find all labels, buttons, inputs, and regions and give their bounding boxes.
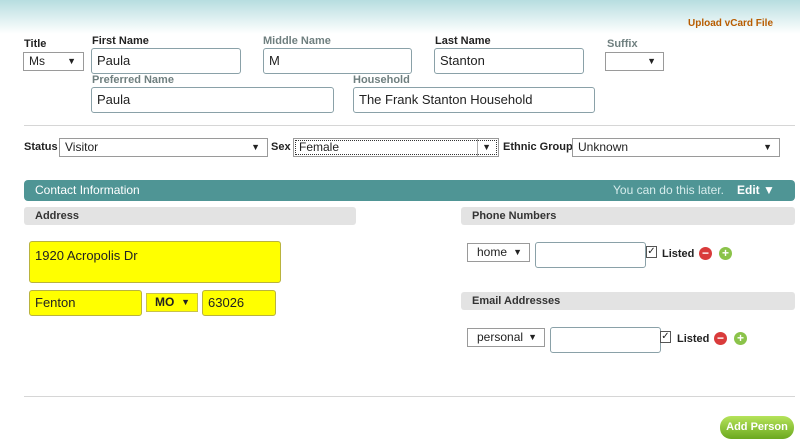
contact-information-header: Contact Information You can do this late… bbox=[24, 180, 795, 201]
last-name-label: Last Name bbox=[435, 35, 491, 47]
phone-listed-checkbox[interactable]: ✓ bbox=[646, 246, 657, 258]
phone-type-value: home bbox=[477, 245, 508, 259]
remove-email-icon[interactable]: − bbox=[714, 332, 727, 345]
email-type-value: personal bbox=[477, 330, 524, 344]
ethnic-group-label: Ethnic Group bbox=[503, 141, 573, 153]
add-person-button[interactable]: Add Person bbox=[720, 416, 794, 439]
email-section-header: Email Addresses bbox=[461, 292, 795, 310]
email-address-field[interactable] bbox=[550, 327, 661, 353]
title-label: Title bbox=[24, 38, 47, 50]
address-section-header: Address bbox=[24, 207, 356, 225]
last-name-field[interactable]: Stanton bbox=[434, 48, 584, 74]
status-label: Status bbox=[24, 141, 58, 153]
add-phone-icon[interactable]: + bbox=[719, 247, 732, 260]
first-name-label: First Name bbox=[92, 35, 149, 47]
middle-name-field[interactable]: M bbox=[263, 48, 412, 74]
top-gradient-band bbox=[0, 0, 800, 34]
state-select[interactable]: MO ▼ bbox=[146, 293, 198, 312]
city-field[interactable]: Fenton bbox=[29, 290, 142, 316]
preferred-name-label: Preferred Name bbox=[92, 74, 174, 86]
zip-field[interactable]: 63026 bbox=[202, 290, 276, 316]
status-value: Visitor bbox=[65, 140, 99, 154]
sex-select[interactable]: Female ▼ bbox=[293, 138, 499, 157]
suffix-label: Suffix bbox=[607, 38, 638, 50]
add-email-icon[interactable]: + bbox=[734, 332, 747, 345]
ethnic-group-select[interactable]: Unknown ▼ bbox=[572, 138, 780, 157]
divider bbox=[24, 125, 795, 126]
remove-phone-icon[interactable]: − bbox=[699, 247, 712, 260]
upload-vcard-link[interactable]: Upload vCard File bbox=[688, 18, 773, 29]
contact-information-title: Contact Information bbox=[35, 183, 140, 197]
chevron-down-icon: ▼ bbox=[67, 56, 76, 66]
chevron-down-icon: ▼ bbox=[528, 332, 537, 342]
divider bbox=[24, 396, 795, 397]
first-name-field[interactable]: Paula bbox=[91, 48, 241, 74]
household-label: Household bbox=[353, 74, 410, 86]
suffix-select[interactable]: ▼ bbox=[605, 52, 664, 71]
phone-number-field[interactable] bbox=[535, 242, 646, 268]
ethnic-group-value: Unknown bbox=[578, 140, 629, 154]
state-value: MO bbox=[155, 295, 175, 309]
chevron-down-icon: ▼ bbox=[647, 56, 656, 66]
street-address-field[interactable]: 1920 Acropolis Dr bbox=[29, 241, 281, 283]
email-type-select[interactable]: personal ▼ bbox=[467, 328, 545, 347]
sex-label: Sex bbox=[271, 141, 291, 153]
chevron-down-icon: ▼ bbox=[251, 142, 260, 152]
status-select[interactable]: Visitor ▼ bbox=[59, 138, 268, 157]
email-listed-label: Listed bbox=[677, 333, 710, 345]
chevron-down-icon: ▼ bbox=[513, 247, 522, 257]
phone-type-select[interactable]: home ▼ bbox=[467, 243, 530, 262]
household-field[interactable]: The Frank Stanton Household bbox=[353, 87, 595, 113]
contact-edit-toggle[interactable]: Edit ▼ bbox=[737, 180, 775, 201]
title-value: Ms bbox=[29, 54, 45, 68]
chevron-down-icon: ▼ bbox=[181, 297, 190, 307]
title-select[interactable]: Ms ▼ bbox=[23, 52, 84, 71]
preferred-name-field[interactable]: Paula bbox=[91, 87, 334, 113]
contact-later-text: You can do this later. bbox=[613, 183, 724, 197]
email-listed-checkbox[interactable]: ✓ bbox=[660, 331, 671, 343]
sex-value: Female bbox=[299, 140, 340, 154]
phone-section-header: Phone Numbers bbox=[461, 207, 795, 225]
middle-name-label: Middle Name bbox=[263, 35, 331, 47]
chevron-down-icon: ▼ bbox=[763, 142, 772, 152]
phone-listed-label: Listed bbox=[662, 248, 695, 260]
chevron-down-icon: ▼ bbox=[477, 139, 491, 156]
